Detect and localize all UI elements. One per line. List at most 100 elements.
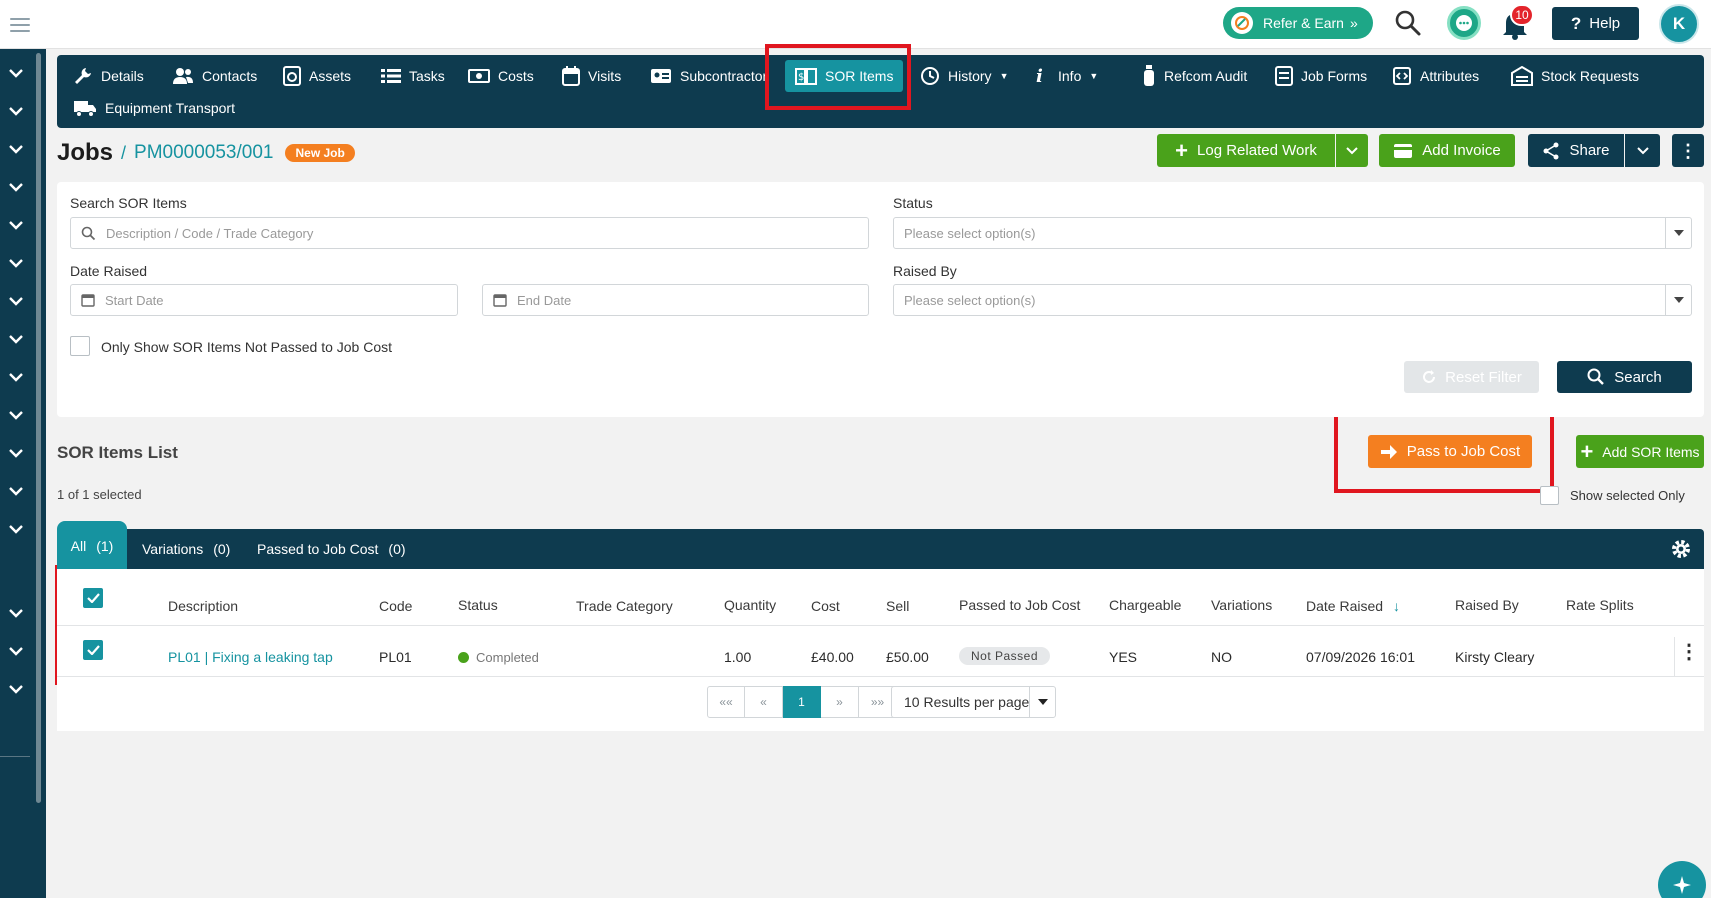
- ai-assistant-button[interactable]: [1658, 861, 1706, 898]
- column-header-variations[interactable]: Variations: [1211, 597, 1272, 613]
- row-raised-by: Kirsty Cleary: [1455, 649, 1535, 665]
- sidebar-expand-chevron-icon[interactable]: [9, 179, 25, 192]
- column-header-cost[interactable]: Cost: [811, 598, 840, 614]
- per-page-label: 10 Results per page: [904, 694, 1030, 710]
- user-avatar[interactable]: K: [1659, 4, 1699, 44]
- column-header-quantity[interactable]: Quantity: [724, 597, 776, 613]
- chat-icon[interactable]: [1447, 6, 1481, 40]
- end-date-input[interactable]: End Date: [482, 284, 869, 316]
- row-description-link[interactable]: PL01 | Fixing a leaking tap: [168, 649, 333, 665]
- show-selected-only-checkbox[interactable]: [1540, 486, 1559, 505]
- nav-item-assets[interactable]: Assets: [275, 61, 359, 91]
- first-page-button[interactable]: ««: [707, 686, 745, 718]
- nav-item-contacts[interactable]: Contacts: [164, 61, 265, 91]
- sidebar-expand-chevron-icon[interactable]: [9, 521, 25, 534]
- sidebar-expand-chevron-icon[interactable]: [9, 141, 25, 154]
- previous-page-button[interactable]: «: [745, 686, 783, 718]
- row-actions-menu-icon[interactable]: ⋮: [1674, 639, 1704, 664]
- results-per-page-select[interactable]: 10 Results per page: [891, 686, 1056, 718]
- search-sor-label: Search SOR Items: [70, 195, 187, 211]
- start-date-input[interactable]: Start Date: [70, 284, 458, 316]
- nav-item-costs[interactable]: Costs: [460, 61, 542, 91]
- nav-item-info[interactable]: i Info ▼: [1028, 61, 1106, 91]
- column-header-code[interactable]: Code: [379, 598, 412, 614]
- refresh-icon: [1423, 370, 1436, 383]
- gear-icon[interactable]: [1670, 538, 1692, 563]
- page-title[interactable]: Jobs: [57, 139, 113, 167]
- sidebar-expand-chevron-icon[interactable]: [9, 65, 25, 78]
- history-icon: [921, 67, 939, 85]
- search-button[interactable]: Search: [1557, 361, 1692, 393]
- tab-label: Variations: [142, 541, 204, 557]
- nav-item-attributes[interactable]: Attributes: [1384, 61, 1487, 91]
- more-options-button[interactable]: ⋮: [1672, 134, 1704, 167]
- tab-passed-to-job-cost[interactable]: Passed to Job Cost (0): [257, 529, 406, 569]
- sidebar-expand-chevron-icon[interactable]: [9, 681, 25, 694]
- column-header-raised-by[interactable]: Raised By: [1455, 597, 1519, 613]
- sidebar-scrollbar[interactable]: [36, 53, 41, 803]
- search-sor-input[interactable]: Description / Code / Trade Category: [70, 217, 869, 249]
- nav-item-stock-requests[interactable]: Stock Requests: [1503, 61, 1647, 91]
- column-header-description[interactable]: Description: [168, 598, 238, 614]
- next-page-button[interactable]: »: [821, 686, 859, 718]
- invoice-icon: [1394, 143, 1413, 158]
- sidebar-expand-chevron-icon[interactable]: [9, 483, 25, 496]
- column-header-rate-splits[interactable]: Rate Splits: [1566, 597, 1634, 613]
- nav-item-tasks[interactable]: Tasks: [373, 61, 453, 91]
- log-related-work-dropdown[interactable]: [1336, 134, 1368, 167]
- row-variations: NO: [1211, 649, 1232, 665]
- nav-item-visits[interactable]: Visits: [554, 61, 629, 91]
- column-header-status[interactable]: Status: [458, 597, 498, 613]
- nav-item-refcom-audit[interactable]: Refcom Audit: [1134, 61, 1255, 91]
- search-icon[interactable]: [1394, 9, 1424, 39]
- job-code-link[interactable]: PM0000053/001: [134, 142, 273, 164]
- caret-down-icon: ▼: [1089, 71, 1099, 81]
- sidebar-expand-chevron-icon[interactable]: [9, 407, 25, 420]
- caret-down-icon: [1665, 218, 1691, 248]
- date-raised-label: Date Raised: [1306, 598, 1384, 614]
- start-date-placeholder: Start Date: [105, 292, 164, 308]
- bottle-icon: [1144, 65, 1154, 86]
- nav-item-subcontractor[interactable]: Subcontractor: [642, 61, 775, 91]
- reset-filter-button[interactable]: Reset Filter: [1404, 361, 1539, 393]
- pass-to-job-cost-button[interactable]: Pass to Job Cost: [1368, 435, 1532, 468]
- sidebar-expand-chevron-icon[interactable]: [9, 445, 25, 458]
- column-header-trade-category[interactable]: Trade Category: [576, 598, 673, 614]
- share-button[interactable]: Share: [1528, 134, 1624, 167]
- raised-by-select[interactable]: Please select option(s): [893, 284, 1692, 316]
- tab-variations[interactable]: Variations (0): [142, 529, 230, 569]
- page-1-button[interactable]: 1: [783, 686, 821, 718]
- row-status-label: Completed: [476, 650, 539, 665]
- column-header-chargeable[interactable]: Chargeable: [1109, 597, 1181, 613]
- sidebar-expand-chevron-icon[interactable]: [9, 103, 25, 116]
- add-invoice-button[interactable]: Add Invoice: [1379, 134, 1515, 167]
- left-sidebar: [0, 49, 46, 898]
- sidebar-expand-chevron-icon[interactable]: [9, 255, 25, 268]
- row-select-checkbox[interactable]: [83, 640, 103, 660]
- status-select[interactable]: Please select option(s): [893, 217, 1692, 249]
- column-header-sell[interactable]: Sell: [886, 598, 909, 614]
- only-not-passed-checkbox[interactable]: [70, 336, 90, 356]
- log-related-work-button[interactable]: + Log Related Work: [1157, 134, 1335, 167]
- sidebar-expand-chevron-icon[interactable]: [9, 643, 25, 656]
- sidebar-expand-chevron-icon[interactable]: [9, 369, 25, 382]
- help-button[interactable]: ? Help: [1552, 7, 1639, 40]
- nav-item-job-forms[interactable]: Job Forms: [1267, 61, 1375, 91]
- sidebar-expand-chevron-icon[interactable]: [9, 605, 25, 618]
- nav-label: Details: [101, 68, 144, 84]
- column-header-date-raised[interactable]: Date Raised ↓: [1306, 598, 1400, 614]
- sidebar-expand-chevron-icon[interactable]: [9, 331, 25, 344]
- nav-item-details[interactable]: Details: [65, 61, 152, 91]
- sidebar-expand-chevron-icon[interactable]: [9, 217, 25, 230]
- sidebar-expand-chevron-icon[interactable]: [9, 293, 25, 306]
- nav-item-equipment-transport[interactable]: Equipment Transport: [65, 93, 243, 123]
- refer-and-earn-button[interactable]: Refer & Earn »: [1223, 7, 1373, 39]
- tab-all[interactable]: All (1): [57, 521, 127, 571]
- hamburger-menu-icon[interactable]: [10, 14, 30, 34]
- nav-item-history[interactable]: History ▼: [912, 61, 1016, 91]
- share-dropdown[interactable]: [1625, 134, 1660, 167]
- select-all-checkbox[interactable]: [83, 588, 103, 608]
- column-header-passed-to-job-cost[interactable]: Passed to Job Cost: [959, 597, 1080, 613]
- contacts-icon: [173, 68, 193, 84]
- add-sor-items-button[interactable]: + Add SOR Items: [1576, 435, 1704, 468]
